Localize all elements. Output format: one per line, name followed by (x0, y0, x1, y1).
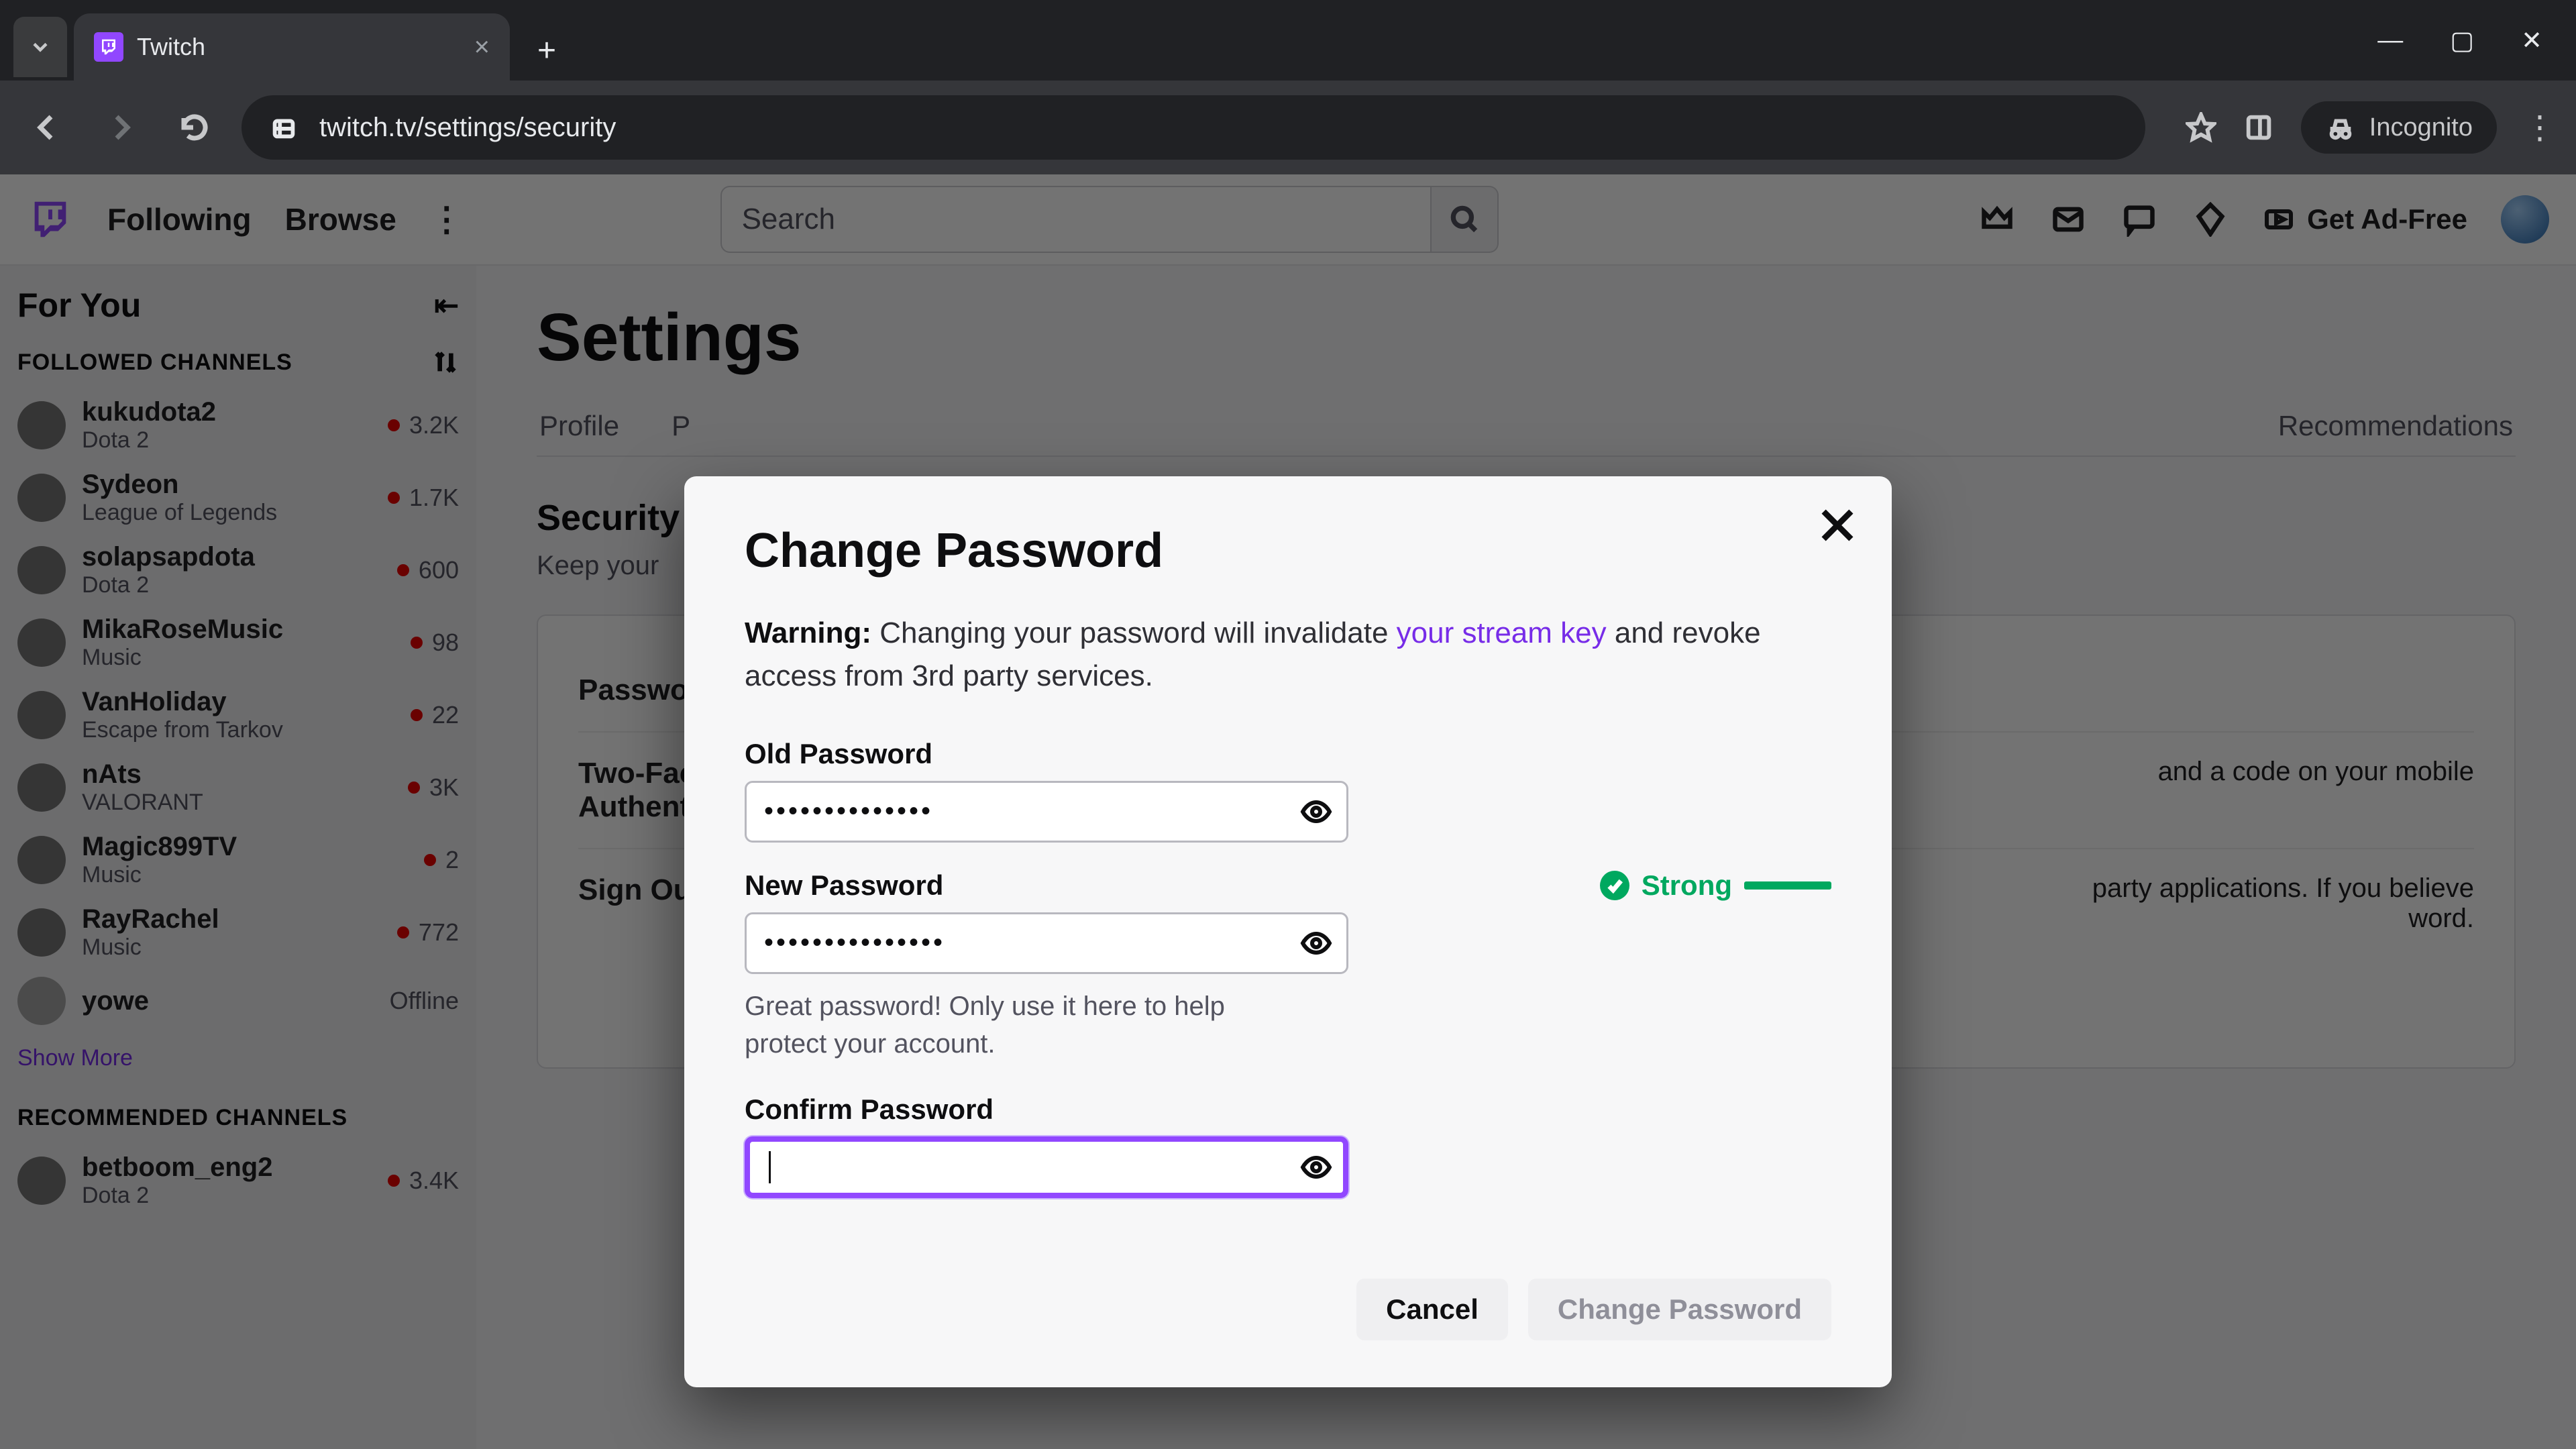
incognito-label: Incognito (2369, 113, 2473, 142)
toggle-visibility-new[interactable] (1300, 927, 1332, 959)
tab-search-dropdown[interactable] (13, 17, 67, 77)
strength-label: Strong (1642, 869, 1732, 902)
new-password-label: New Password (745, 869, 943, 902)
new-tab-button[interactable]: + (523, 27, 570, 74)
tab-title: Twitch (137, 33, 461, 61)
address-bar[interactable]: twitch.tv/settings/security (241, 95, 2145, 160)
modal-warning: Warning: Changing your password will inv… (745, 612, 1831, 698)
strength-bar (1744, 881, 1831, 890)
change-password-button[interactable]: Change Password (1528, 1279, 1831, 1340)
old-password-input[interactable] (745, 781, 1348, 843)
reading-list-icon[interactable] (2243, 112, 2274, 143)
browser-tab-active[interactable]: Twitch × (74, 13, 510, 80)
bookmark-star-icon[interactable] (2186, 112, 2216, 143)
modal-title: Change Password (745, 523, 1831, 578)
warning-bold: Warning: (745, 616, 871, 649)
old-password-label: Old Password (745, 738, 932, 770)
confirm-password-label: Confirm Password (745, 1093, 994, 1126)
nav-reload-icon[interactable] (168, 101, 221, 154)
nav-back-icon[interactable] (20, 101, 74, 154)
twitch-favicon (94, 32, 123, 62)
confirm-password-input[interactable] (745, 1136, 1348, 1198)
warning-pre: Changing your password will invalidate (871, 616, 1397, 649)
url-text: twitch.tv/settings/security (319, 113, 616, 143)
toggle-visibility-confirm[interactable] (1300, 1151, 1332, 1183)
change-password-modal: Change Password Warning: Changing your p… (684, 476, 1892, 1387)
site-info-icon[interactable] (268, 112, 299, 143)
eye-icon (1300, 1151, 1332, 1183)
stream-key-link[interactable]: your stream key (1397, 616, 1607, 649)
modal-close-button[interactable] (1814, 502, 1861, 549)
eye-icon (1300, 927, 1332, 959)
close-icon (1814, 502, 1861, 549)
browser-titlebar: Twitch × + — ▢ ✕ (0, 0, 2576, 80)
window-close-icon[interactable]: ✕ (2521, 25, 2542, 56)
text-caret (769, 1151, 771, 1183)
nav-forward-icon[interactable] (94, 101, 148, 154)
cancel-button[interactable]: Cancel (1356, 1279, 1508, 1340)
window-maximize-icon[interactable]: ▢ (2450, 25, 2474, 56)
password-hint: Great password! Only use it here to help… (745, 987, 1295, 1063)
password-strength: Strong (1600, 869, 1831, 902)
new-password-input[interactable] (745, 912, 1348, 974)
eye-icon (1300, 796, 1332, 828)
window-minimize-icon[interactable]: — (2377, 26, 2403, 55)
toggle-visibility-old[interactable] (1300, 796, 1332, 828)
incognito-icon (2325, 112, 2356, 143)
browser-menu-icon[interactable]: ⋮ (2524, 109, 2556, 146)
browser-toolbar: twitch.tv/settings/security Incognito ⋮ (0, 80, 2576, 174)
tab-close-icon[interactable]: × (474, 32, 490, 62)
check-circle-icon (1600, 871, 1629, 900)
incognito-badge[interactable]: Incognito (2301, 101, 2497, 154)
